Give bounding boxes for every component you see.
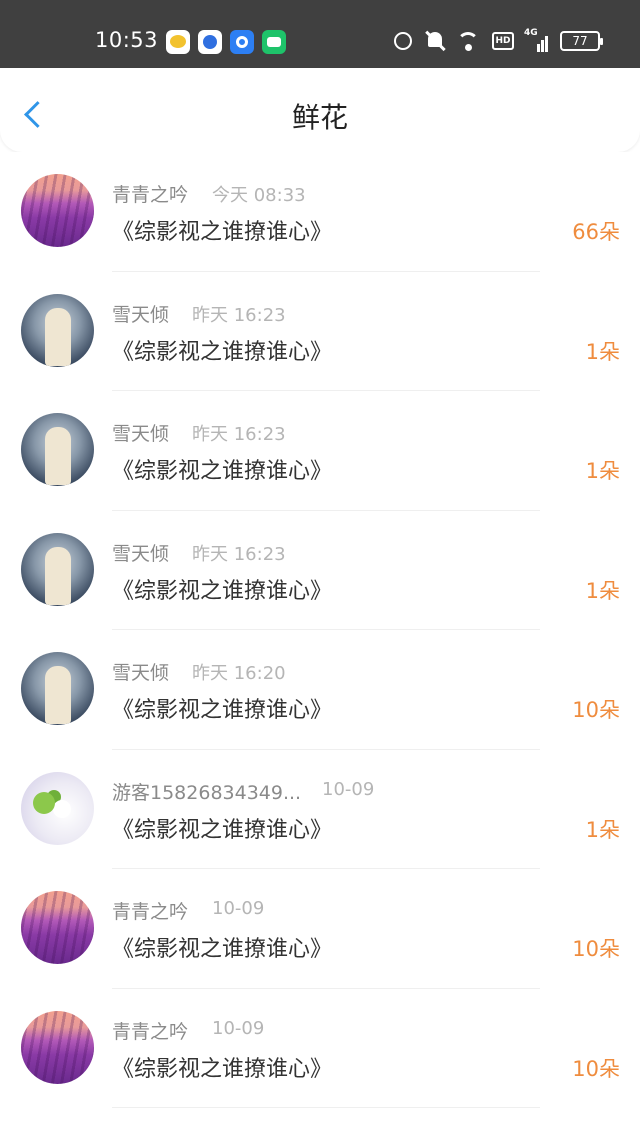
avatar[interactable]: [21, 652, 94, 725]
flower-count: 1朵: [585, 459, 620, 483]
list-item[interactable]: 雪天倾 昨天 16:20 《综影视之谁撩谁心》 10朵: [0, 630, 640, 750]
avatar[interactable]: [21, 891, 94, 964]
flower-count: 10朵: [572, 1056, 620, 1081]
signal-icon: 4G: [524, 28, 550, 52]
flower-list: 青青之吟 今天 08:33 《综影视之谁撩谁心》 66朵 雪天倾 昨天 16:23 《综影视…: [0, 152, 640, 1108]
send-time: 昨天 16:23: [192, 424, 286, 445]
sender-name: 青青之吟: [112, 1020, 189, 1043]
status-bar: 10:53 HD 4G 77: [0, 0, 640, 68]
system-icons: HD 4G 77: [392, 28, 603, 52]
book-title: 《综影视之谁撩谁心》: [112, 937, 333, 962]
sender-name: 雪天倾: [112, 423, 170, 445]
sender-name: 游客15826834349...: [112, 781, 302, 804]
wifi-icon: [456, 30, 482, 52]
list-item[interactable]: 雪天倾 昨天 16:23 《综影视之谁撩谁心》 1朵: [0, 510, 640, 630]
flower-count: 1朵: [585, 817, 620, 842]
list-item[interactable]: 青青之吟 10-09 《综影视之谁撩谁心》 10朵: [0, 869, 640, 989]
avatar[interactable]: [21, 532, 94, 606]
browser-app-icon: [230, 30, 254, 54]
avatar[interactable]: [21, 771, 94, 845]
avatar[interactable]: [21, 413, 94, 486]
book-title: 《综影视之谁撩谁心》: [112, 339, 333, 365]
book-title: 《综影视之谁撩谁心》: [112, 817, 333, 843]
send-time: 10-09: [212, 898, 265, 919]
avatar[interactable]: [21, 174, 94, 247]
flower-count: 1朵: [585, 578, 620, 603]
sender-name: 雪天倾: [112, 662, 170, 684]
list-item[interactable]: 游客15826834349... 10-09 《综影视之谁撩谁心》 1朵: [0, 749, 640, 869]
send-time: 10-09: [322, 778, 375, 800]
list-item[interactable]: 雪天倾 昨天 16:23 《综影视之谁撩谁心》 1朵: [0, 271, 640, 391]
sender-name: 雪天倾: [112, 303, 170, 326]
send-time: 10-09: [212, 1017, 265, 1039]
list-item[interactable]: 青青之吟 今天 08:33 《综影视之谁撩谁心》 66朵: [0, 152, 640, 272]
flower-count: 10朵: [572, 937, 620, 961]
send-time: 昨天 16:23: [192, 304, 286, 326]
signal-bar: [541, 40, 544, 52]
book-title: 《综影视之谁撩谁心》: [112, 459, 333, 484]
avatar[interactable]: [21, 1010, 94, 1084]
list-item[interactable]: 雪天倾 昨天 16:23 《综影视之谁撩谁心》 1朵: [0, 391, 640, 511]
signal-bar: [545, 36, 548, 52]
page-title: 鲜花: [291, 101, 348, 134]
book-title: 《综影视之谁撩谁心》: [112, 578, 333, 604]
status-time: 10:53: [95, 28, 159, 52]
sender-name: 青青之吟: [112, 184, 189, 206]
notification-icons: [166, 30, 286, 54]
baidu-app-icon: [198, 30, 222, 54]
mute-icon: [424, 30, 446, 52]
alarm-icon: [392, 30, 414, 52]
flower-count: 66朵: [572, 220, 620, 244]
book-title: 《综影视之谁撩谁心》: [112, 698, 333, 723]
flower-count: 1朵: [585, 339, 620, 364]
flower-count: 10朵: [572, 698, 620, 722]
send-time: 昨天 16:23: [192, 543, 286, 565]
send-time: 昨天 16:20: [192, 663, 286, 684]
battery-icon: 77: [560, 31, 603, 51]
weather-app-icon: [166, 30, 190, 54]
sender-name: 青青之吟: [112, 901, 189, 923]
sender-name: 雪天倾: [112, 542, 170, 565]
divider: [112, 1107, 540, 1108]
avatar[interactable]: [21, 293, 94, 367]
list-item[interactable]: 青青之吟 10-09 《综影视之谁撩谁心》 10朵: [0, 988, 640, 1108]
book-title: 《综影视之谁撩谁心》: [112, 220, 333, 245]
send-time: 今天 08:33: [212, 185, 306, 206]
messages-app-icon: [262, 30, 286, 54]
book-title: 《综影视之谁撩谁心》: [112, 1056, 333, 1082]
hd-icon: HD: [492, 32, 514, 50]
network-type-label: 4G: [524, 28, 538, 38]
header: 鲜花: [0, 68, 640, 152]
signal-bar: [537, 44, 540, 52]
